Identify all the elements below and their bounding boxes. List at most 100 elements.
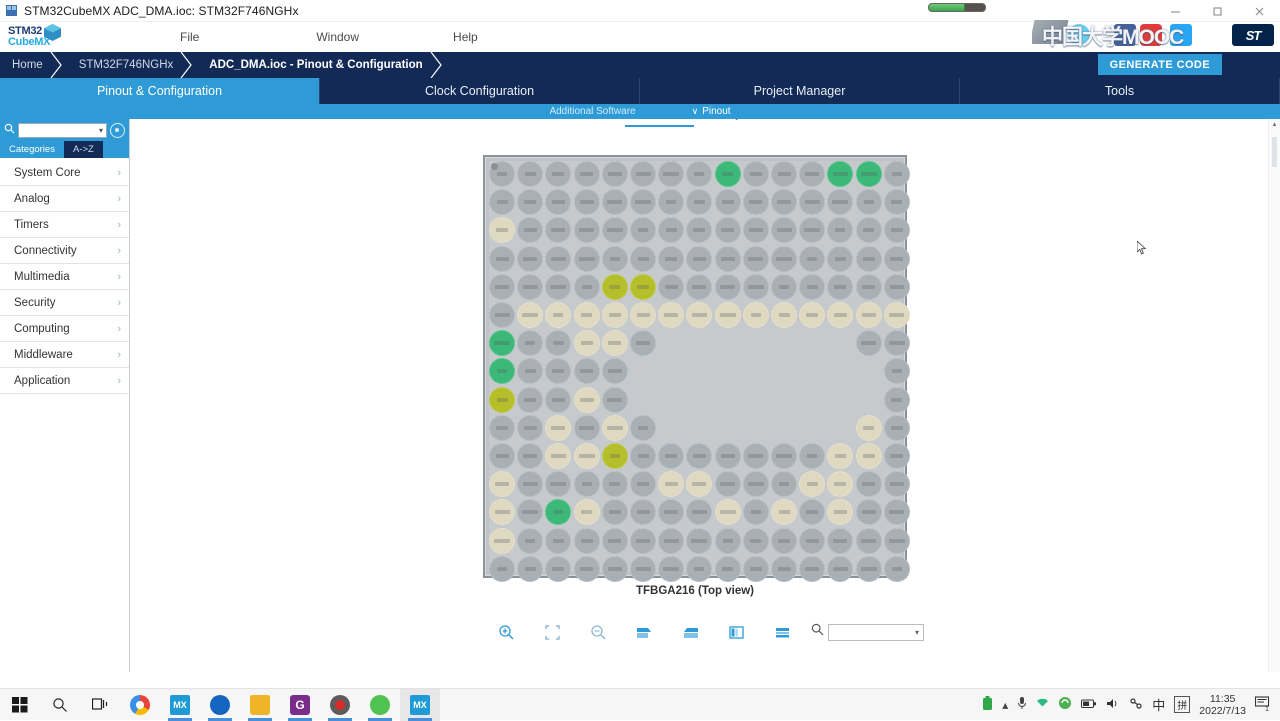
- pin-E13[interactable]: [827, 274, 853, 300]
- pin-K1[interactable]: [489, 415, 515, 441]
- pin-N10[interactable]: [743, 499, 769, 525]
- pin-F10[interactable]: [743, 302, 769, 328]
- pin-R15[interactable]: [884, 556, 910, 582]
- pin-A11[interactable]: [771, 161, 797, 187]
- sidebar-item-security[interactable]: Security ›: [0, 290, 129, 316]
- scrollbar-thumb[interactable]: [1272, 137, 1277, 167]
- pin-J15[interactable]: [884, 387, 910, 413]
- sidebar-item-application[interactable]: Application ›: [0, 368, 129, 394]
- pin-D2[interactable]: [517, 246, 543, 272]
- pin-N4[interactable]: [574, 499, 600, 525]
- sidebar-item-middleware[interactable]: Middleware ›: [0, 342, 129, 368]
- pin-B6[interactable]: [630, 189, 656, 215]
- pin-D11[interactable]: [771, 246, 797, 272]
- sync-icon[interactable]: [1058, 696, 1072, 713]
- taskbar-app-cubemx[interactable]: MX: [160, 689, 200, 721]
- pin-C10[interactable]: [743, 217, 769, 243]
- pin-A10[interactable]: [743, 161, 769, 187]
- wifi-icon[interactable]: [1036, 697, 1049, 712]
- pin-N15[interactable]: [884, 499, 910, 525]
- pin-K4[interactable]: [574, 415, 600, 441]
- pin-G5[interactable]: [602, 330, 628, 356]
- ime-mode[interactable]: 拼: [1174, 696, 1190, 713]
- pin-E12[interactable]: [799, 274, 825, 300]
- taskbar-app-chrome[interactable]: [120, 689, 160, 721]
- pin-P15[interactable]: [884, 528, 910, 554]
- pin-L15[interactable]: [884, 443, 910, 469]
- tab-pinout-view[interactable]: Pinout view: [625, 119, 694, 127]
- ime-language[interactable]: 中: [1152, 695, 1165, 714]
- volume-icon[interactable]: [1106, 697, 1120, 713]
- pin-R7[interactable]: [658, 556, 684, 582]
- pin-L9[interactable]: [715, 443, 741, 469]
- pin-D13[interactable]: [827, 246, 853, 272]
- pin-F14[interactable]: [856, 302, 882, 328]
- pin-F15[interactable]: [884, 302, 910, 328]
- pin-R12[interactable]: [799, 556, 825, 582]
- sidebar-item-analog[interactable]: Analog ›: [0, 186, 129, 212]
- pin-D5[interactable]: [602, 246, 628, 272]
- pin-N5[interactable]: [602, 499, 628, 525]
- pin-R5[interactable]: [602, 556, 628, 582]
- pin-D3[interactable]: [545, 246, 571, 272]
- menu-item-help[interactable]: Help: [441, 26, 490, 48]
- pin-H4[interactable]: [574, 358, 600, 384]
- tab-pinout-configuration[interactable]: Pinout & Configuration: [0, 78, 320, 104]
- generate-code-button[interactable]: GENERATE CODE: [1098, 54, 1222, 75]
- pin-D10[interactable]: [743, 246, 769, 272]
- pinout-menu-button[interactable]: ∨ Pinout: [692, 106, 731, 117]
- pin-F11[interactable]: [771, 302, 797, 328]
- battery-icon[interactable]: [1081, 698, 1097, 712]
- pin-M15[interactable]: [884, 471, 910, 497]
- breadcrumb-home[interactable]: Home: [0, 52, 49, 78]
- pin-L4[interactable]: [574, 443, 600, 469]
- pin-A2[interactable]: [517, 161, 543, 187]
- sidebar-item-system-core[interactable]: System Core ›: [0, 160, 129, 186]
- tab-tools[interactable]: Tools: [960, 78, 1280, 104]
- additional-software-button[interactable]: Additional Software: [549, 106, 635, 117]
- pin-E11[interactable]: [771, 274, 797, 300]
- pin-B4[interactable]: [574, 189, 600, 215]
- pin-E4[interactable]: [574, 274, 600, 300]
- sidebar-item-timers[interactable]: Timers ›: [0, 212, 129, 238]
- pin-J2[interactable]: [517, 387, 543, 413]
- pin-R6[interactable]: [630, 556, 656, 582]
- pin-D15[interactable]: [884, 246, 910, 272]
- pin-E2[interactable]: [517, 274, 543, 300]
- pin-D9[interactable]: [715, 246, 741, 272]
- pin-R13[interactable]: [827, 556, 853, 582]
- tab-a-to-z[interactable]: A->Z: [64, 141, 103, 158]
- pin-L2[interactable]: [517, 443, 543, 469]
- tab-clock-configuration[interactable]: Clock Configuration: [320, 78, 640, 104]
- pin-A15[interactable]: [884, 161, 910, 187]
- search-input[interactable]: ▾: [18, 123, 107, 138]
- pin-A4[interactable]: [574, 161, 600, 187]
- pin-E10[interactable]: [743, 274, 769, 300]
- pin-P11[interactable]: [771, 528, 797, 554]
- pin-P7[interactable]: [658, 528, 684, 554]
- battery-green-icon[interactable]: [982, 696, 993, 714]
- pin-G15[interactable]: [884, 330, 910, 356]
- pin-P1[interactable]: [489, 528, 515, 554]
- pin-F6[interactable]: [630, 302, 656, 328]
- pin-C5[interactable]: [602, 217, 628, 243]
- pin-M4[interactable]: [574, 471, 600, 497]
- pin-P4[interactable]: [574, 528, 600, 554]
- link-icon[interactable]: [1129, 697, 1143, 713]
- pin-E14[interactable]: [856, 274, 882, 300]
- package-view[interactable]: [483, 155, 907, 578]
- taskbar-app-wechat[interactable]: [360, 689, 400, 721]
- pin-E9[interactable]: [715, 274, 741, 300]
- pin-A5[interactable]: [602, 161, 628, 187]
- pin-D8[interactable]: [686, 246, 712, 272]
- scroll-up-icon[interactable]: ▴: [1269, 119, 1280, 129]
- pin-E15[interactable]: [884, 274, 910, 300]
- pin-B9[interactable]: [715, 189, 741, 215]
- pin-K6[interactable]: [630, 415, 656, 441]
- pin-J1[interactable]: [489, 387, 515, 413]
- pin-P3[interactable]: [545, 528, 571, 554]
- pin-P14[interactable]: [856, 528, 882, 554]
- menu-item-window[interactable]: Window: [304, 26, 371, 48]
- pin-R9[interactable]: [715, 556, 741, 582]
- pin-P6[interactable]: [630, 528, 656, 554]
